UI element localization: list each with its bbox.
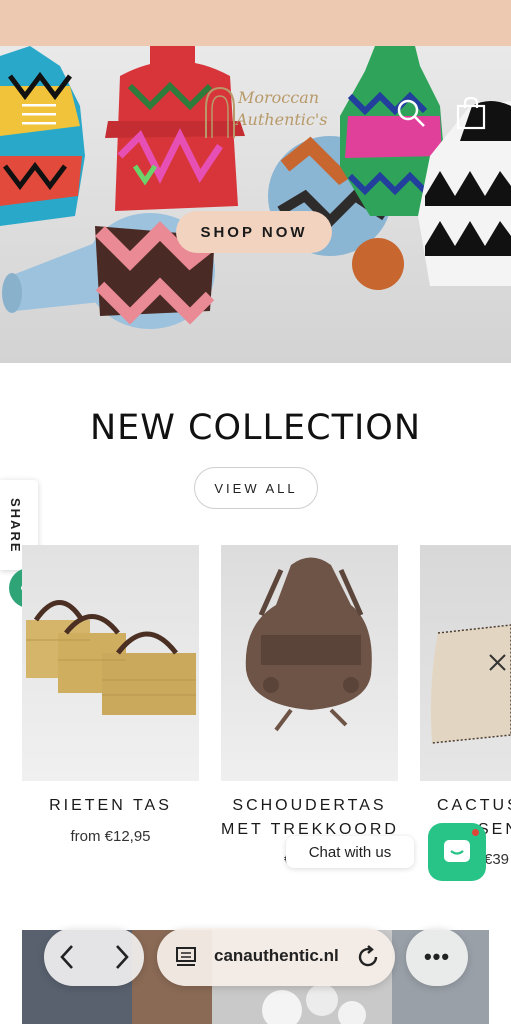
url-text[interactable]: canauthentic.nl bbox=[214, 946, 339, 966]
hero-banner[interactable]: Moroccan Authentic's SHOP NOW bbox=[0, 46, 511, 363]
site-logo[interactable]: Moroccan Authentic's bbox=[200, 84, 327, 154]
browser-nav-controls bbox=[44, 928, 144, 986]
collection-title: NEW COLLECTION bbox=[90, 408, 421, 448]
menu-icon[interactable] bbox=[22, 102, 56, 126]
product-card-cactus[interactable] bbox=[420, 545, 511, 781]
reader-icon[interactable] bbox=[175, 946, 197, 968]
product-name[interactable]: RIETEN TAS bbox=[22, 797, 199, 815]
product-image-cushion bbox=[430, 624, 511, 744]
view-all-button[interactable]: VIEW ALL bbox=[194, 467, 318, 509]
chevron-left-icon[interactable] bbox=[59, 944, 75, 970]
logo-text-line2: Authentic's bbox=[236, 110, 328, 129]
share-label: SHARE bbox=[8, 498, 23, 554]
product-name-line1[interactable]: SCHOUDERTAS bbox=[221, 797, 398, 815]
more-options-button[interactable]: ••• bbox=[406, 928, 468, 986]
logo-text-line1: Moroccan bbox=[238, 88, 320, 107]
product-price: from €12,95 bbox=[70, 828, 151, 845]
chevron-right-icon[interactable] bbox=[114, 944, 130, 970]
product-card-rieten-tas[interactable] bbox=[22, 545, 199, 781]
shopping-bag-icon[interactable] bbox=[456, 96, 486, 130]
shop-now-button[interactable]: SHOP NOW bbox=[176, 211, 332, 253]
product-price: €39 bbox=[484, 851, 510, 868]
product-image-leather-bag bbox=[245, 557, 372, 732]
product-image-baskets bbox=[26, 600, 196, 715]
product-name-line1[interactable]: CACTUS bbox=[437, 797, 511, 815]
search-icon[interactable] bbox=[396, 98, 426, 128]
product-card-schoudertas[interactable] bbox=[221, 545, 398, 781]
notification-dot bbox=[472, 829, 479, 836]
logo-arch-icon bbox=[205, 86, 235, 138]
chat-with-us-bubble[interactable]: Chat with us bbox=[286, 836, 414, 868]
chat-icon bbox=[444, 840, 470, 862]
top-color-bar bbox=[0, 0, 511, 46]
reload-icon[interactable] bbox=[356, 945, 380, 969]
